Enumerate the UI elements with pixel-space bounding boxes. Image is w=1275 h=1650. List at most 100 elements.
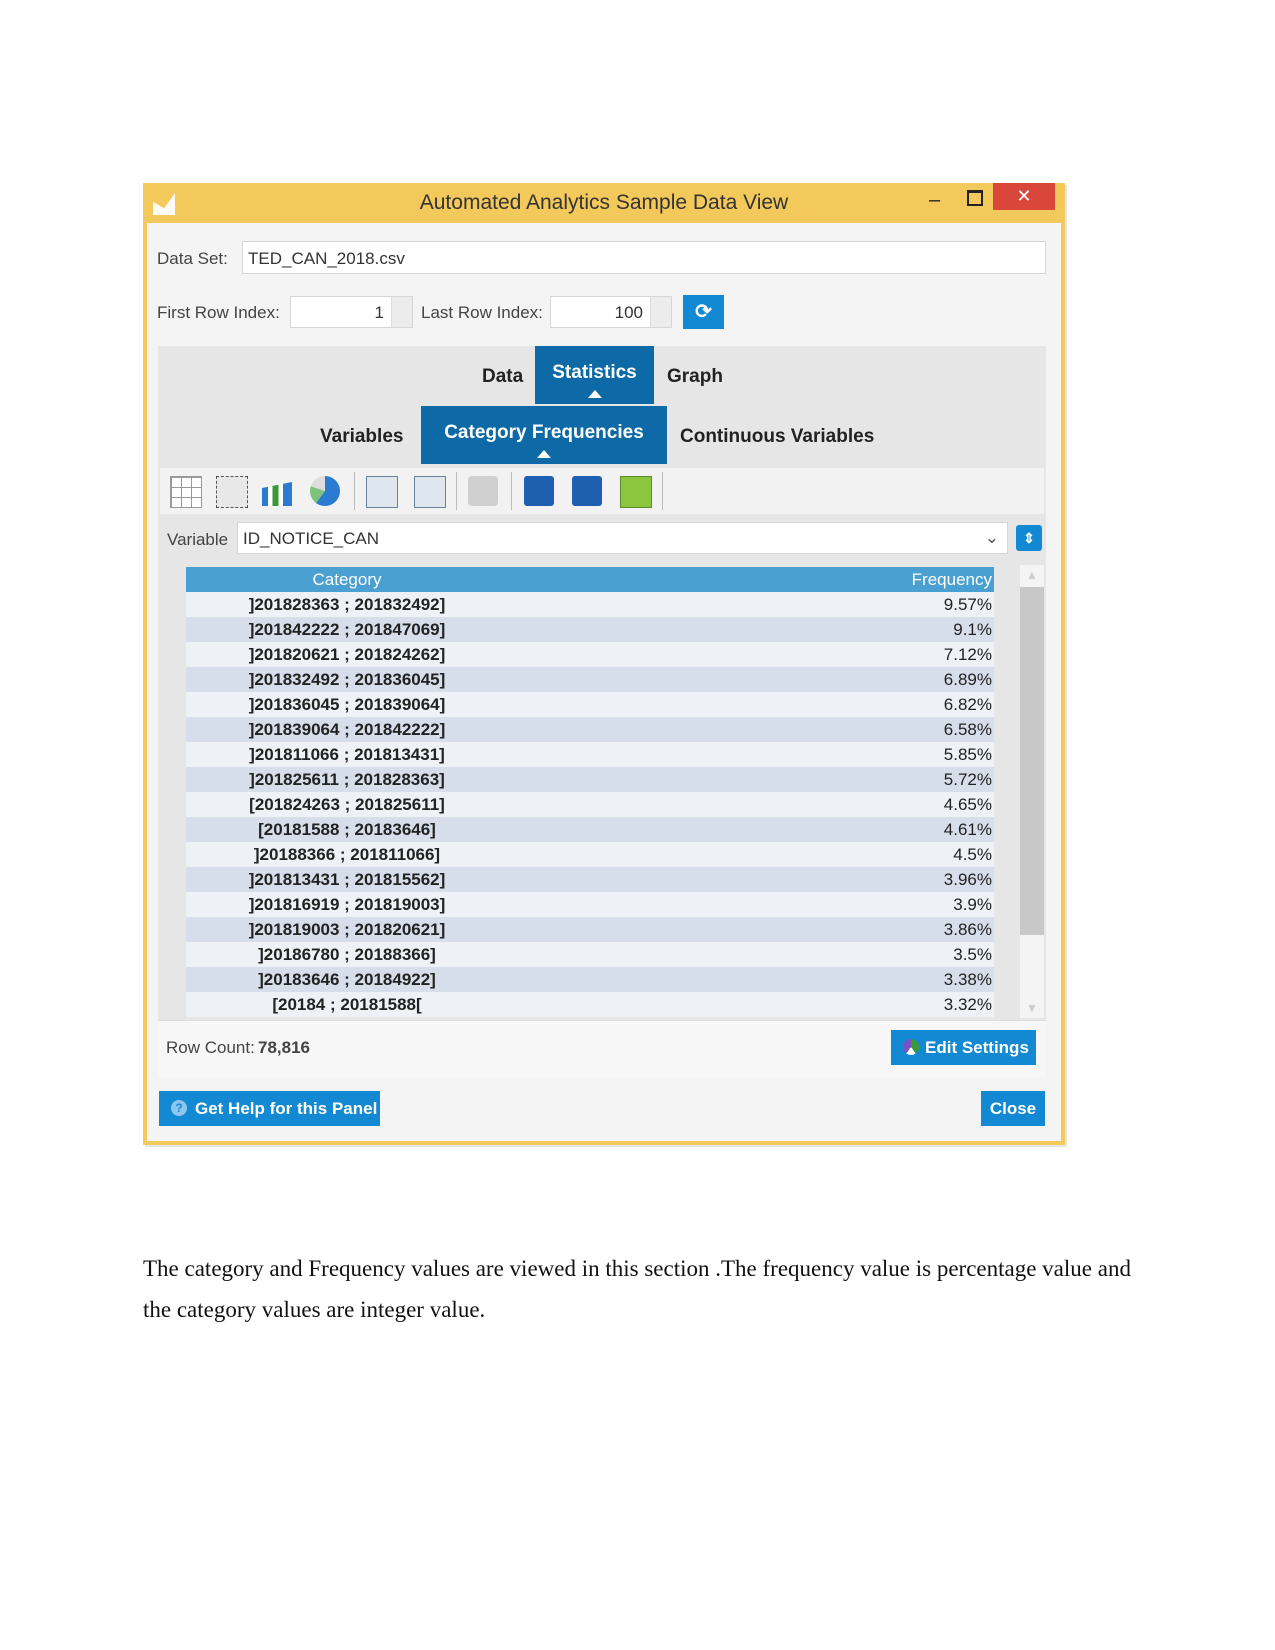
toolbar — [160, 468, 1044, 514]
last-row-label: Last Row Index: — [421, 303, 543, 322]
category-cell: ]201820621 ; 201824262] — [248, 645, 446, 664]
category-cell: ]201828363 ; 201832492] — [248, 595, 446, 614]
body-paragraph: The category and Frequency values are vi… — [143, 1256, 1131, 1322]
edit-settings-button[interactable]: Edit Settings — [891, 1030, 1036, 1065]
last-row-value: 100 — [614, 303, 643, 322]
tab-data[interactable]: Data — [482, 366, 523, 388]
report-icon[interactable] — [216, 476, 248, 508]
scroll-up-icon[interactable]: ▲ — [1026, 568, 1038, 582]
tab-statistics[interactable]: Statistics — [535, 346, 654, 404]
sort-toggle-button[interactable]: ⇕ — [1016, 525, 1042, 551]
copy-icon[interactable] — [366, 476, 398, 508]
table-row[interactable]: ]201836045 ; 201839064] 6.82% — [186, 692, 994, 717]
frequency-cell: 3.5% — [953, 945, 992, 964]
tab-graph[interactable]: Graph — [667, 366, 723, 388]
frequency-cell: 6.58% — [943, 720, 992, 739]
table-header: Category Frequency — [186, 567, 994, 592]
table-row[interactable]: [201824263 ; 201825611] 4.65% — [186, 792, 994, 817]
edit-settings-label: Edit Settings — [925, 1038, 1029, 1057]
copy-add-icon[interactable] — [414, 476, 446, 508]
settings-globe-icon — [903, 1039, 919, 1055]
variable-select[interactable]: ID_NOTICE_CAN ⌄ — [237, 522, 1008, 554]
spinner-arrows-icon[interactable] — [391, 297, 412, 327]
category-cell: ]201811066 ; 201813431] — [249, 745, 445, 764]
variable-label: Variable — [167, 530, 229, 549]
save-all-icon[interactable] — [572, 476, 602, 506]
excel-icon[interactable] — [620, 476, 652, 508]
subtab-variables[interactable]: Variables — [320, 426, 403, 448]
close-window-button[interactable]: ✕ — [993, 183, 1055, 210]
table-row[interactable]: ]201825611 ; 201828363] 5.72% — [186, 767, 994, 792]
table-row[interactable]: ]201813431 ; 201815562] 3.96% — [186, 867, 994, 892]
get-help-label: Get Help for this Panel — [195, 1099, 378, 1118]
last-row-stepper[interactable]: 100 — [550, 296, 672, 328]
tab-statistics-label: Statistics — [552, 362, 637, 383]
table-row[interactable]: ]201828363 ; 201832492] 9.57% — [186, 592, 994, 617]
chevron-down-icon: ⌄ — [984, 528, 999, 547]
category-cell: ]201816919 ; 201819003] — [248, 895, 446, 914]
first-row-label: First Row Index: — [157, 303, 280, 322]
category-cell: ]201825611 ; 201828363] — [249, 770, 445, 789]
dialog-body: Data Set: TED_CAN_2018.csv First Row Ind… — [147, 223, 1061, 1141]
close-button[interactable]: Close — [981, 1091, 1045, 1126]
statistics-panel: Data Statistics Graph Variables Category… — [158, 346, 1046, 1020]
table-row[interactable]: ]201811066 ; 201813431] 5.85% — [186, 742, 994, 767]
frequency-table: Category Frequency ]201828363 ; 20183249… — [186, 566, 994, 1018]
table-row[interactable]: ]20186780 ; 20188366] 3.5% — [186, 942, 994, 967]
row-count-value: 78,816 — [258, 1038, 310, 1057]
caret-up-icon — [587, 390, 602, 398]
refresh-button[interactable]: ⟳ — [683, 295, 724, 329]
get-help-button[interactable]: ? Get Help for this Panel — [159, 1091, 380, 1126]
refresh-icon: ⟳ — [695, 301, 712, 323]
frequency-cell: 3.38% — [943, 970, 992, 989]
frequency-cell: 6.89% — [943, 670, 992, 689]
grid-icon[interactable] — [170, 476, 202, 508]
subtab-category-frequencies[interactable]: Category Frequencies — [421, 406, 667, 464]
table-row[interactable]: ]201819003 ; 201820621] 3.86% — [186, 917, 994, 942]
print-icon[interactable] — [468, 476, 498, 506]
sort-icon: ⇕ — [1023, 530, 1035, 546]
category-cell: [20184 ; 20181588[ — [272, 995, 422, 1014]
frequency-cell: 3.96% — [943, 870, 992, 889]
table-row[interactable]: ]201842222 ; 201847069] 9.1% — [186, 617, 994, 642]
category-cell: ]201819003 ; 201820621] — [248, 920, 446, 939]
frequency-cell: 5.72% — [943, 770, 992, 789]
table-row[interactable]: ]20188366 ; 201811066] 4.5% — [186, 842, 994, 867]
category-cell: ]20188366 ; 201811066] — [253, 845, 441, 864]
table-row[interactable]: ]20183646 ; 20184922] 3.38% — [186, 967, 994, 992]
first-row-stepper[interactable]: 1 — [290, 296, 413, 328]
category-cell: ]201839064 ; 201842222] — [248, 720, 446, 739]
minimize-button[interactable]: – — [929, 189, 940, 212]
save-icon[interactable] — [524, 476, 554, 506]
frequency-cell: 4.65% — [943, 795, 992, 814]
scroll-down-icon[interactable]: ▼ — [1026, 1001, 1038, 1015]
first-row-value: 1 — [374, 303, 384, 322]
category-cell: ]20186780 ; 20188366] — [258, 945, 436, 964]
frequency-cell: 3.86% — [943, 920, 992, 939]
subtab-continuous-variables[interactable]: Continuous Variables — [680, 426, 874, 448]
category-cell: ]201836045 ; 201839064] — [248, 695, 446, 714]
toolbar-divider — [456, 472, 457, 510]
table-row[interactable]: [20184 ; 20181588[3.32% — [186, 992, 994, 1017]
header-frequency[interactable]: Frequency — [912, 570, 992, 590]
spinner-arrows-icon[interactable] — [650, 297, 671, 327]
title-bar[interactable]: Automated Analytics Sample Data View – ✕ — [143, 183, 1065, 223]
table-row[interactable]: ]201832492 ; 201836045] 6.89% — [186, 667, 994, 692]
table-row[interactable]: [20181588 ; 20183646] 4.61% — [186, 817, 994, 842]
table-scrollbar[interactable]: ▲ ▼ — [1020, 565, 1044, 1018]
frequency-cell: 4.61% — [943, 820, 992, 839]
dataset-field[interactable]: TED_CAN_2018.csv — [242, 241, 1046, 274]
frequency-cell: 5.85% — [943, 745, 992, 764]
scrollbar-thumb[interactable] — [1020, 587, 1044, 935]
dialog-window: Automated Analytics Sample Data View – ✕… — [143, 183, 1065, 1145]
table-row[interactable]: ]201839064 ; 201842222] 6.58% — [186, 717, 994, 742]
frequency-cell: 7.12% — [943, 645, 992, 664]
category-cell: [20181588 ; 20183646] — [258, 820, 436, 839]
pie-chart-icon[interactable] — [310, 476, 340, 506]
window-title: Automated Analytics Sample Data View — [419, 191, 789, 214]
bar-chart-icon[interactable] — [262, 482, 292, 506]
table-row[interactable]: ]201816919 ; 201819003] 3.9% — [186, 892, 994, 917]
maximize-button[interactable] — [967, 190, 983, 206]
header-category[interactable]: Category — [186, 570, 508, 590]
table-row[interactable]: ]201820621 ; 201824262] 7.12% — [186, 642, 994, 667]
